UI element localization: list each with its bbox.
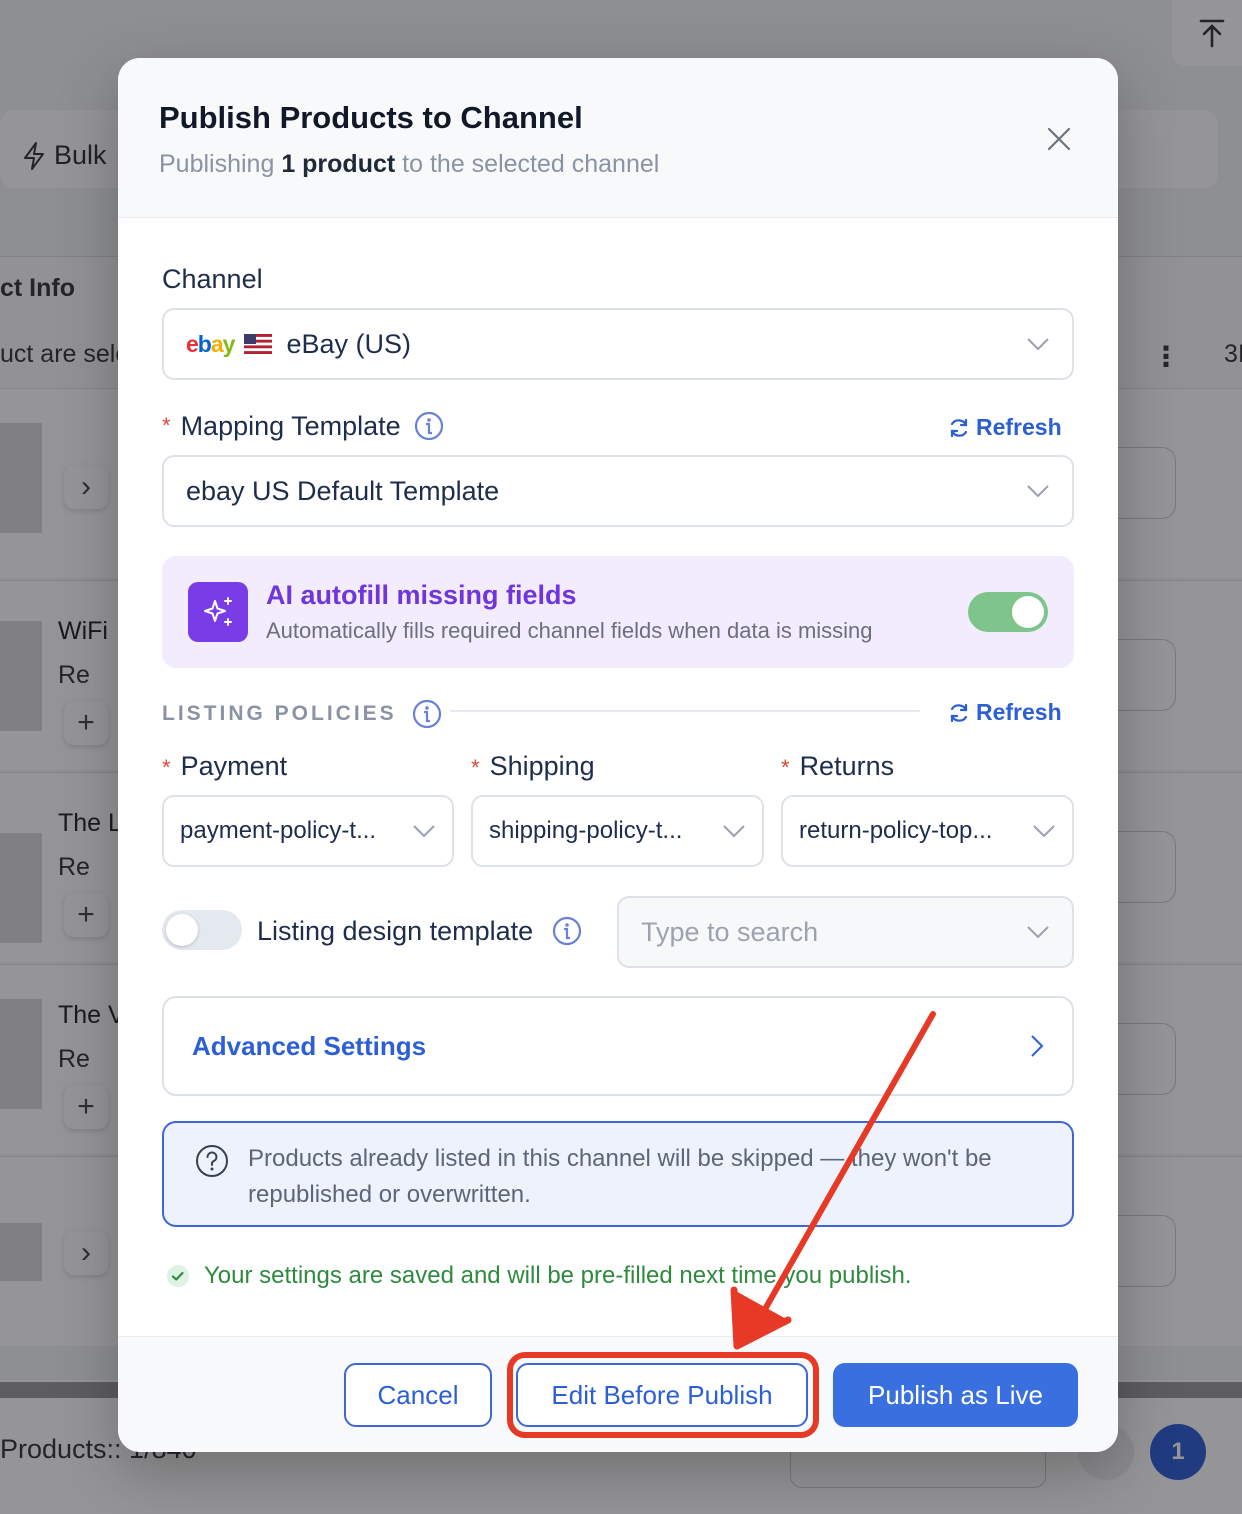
annotation-highlight-box (507, 1352, 819, 1438)
annotation-arrow (730, 1011, 936, 1350)
